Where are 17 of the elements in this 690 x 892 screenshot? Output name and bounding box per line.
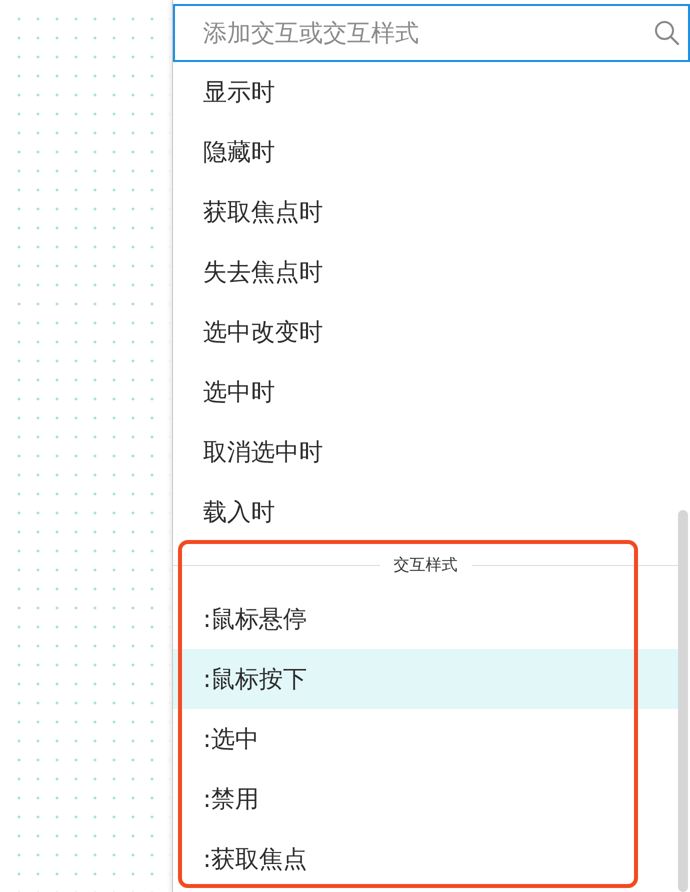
menu-item[interactable]: 隐藏时 [173, 122, 678, 182]
menu-item[interactable]: :获取焦点 [173, 829, 678, 889]
section-title: 交互样式 [392, 555, 458, 576]
menu-item[interactable]: 取消选中时 [173, 422, 678, 482]
menu-item[interactable]: :鼠标按下 [173, 649, 678, 709]
menu-item[interactable]: 选中时 [173, 362, 678, 422]
search-icon[interactable] [654, 20, 680, 46]
menu-item[interactable]: :选中 [173, 709, 678, 769]
menu-item[interactable]: 选中改变时 [173, 302, 678, 362]
menu-item[interactable]: 失去焦点时 [173, 242, 678, 302]
menu-item[interactable]: :鼠标悬停 [173, 589, 678, 649]
menu-item[interactable]: :禁用 [173, 769, 678, 829]
menu-item[interactable]: 获取焦点时 [173, 182, 678, 242]
search-field[interactable]: 添加交互或交互样式 [173, 4, 690, 62]
menu-item[interactable]: 显示时 [173, 62, 678, 122]
menu-item[interactable]: 载入时 [173, 482, 678, 542]
scrollbar[interactable] [678, 510, 688, 892]
